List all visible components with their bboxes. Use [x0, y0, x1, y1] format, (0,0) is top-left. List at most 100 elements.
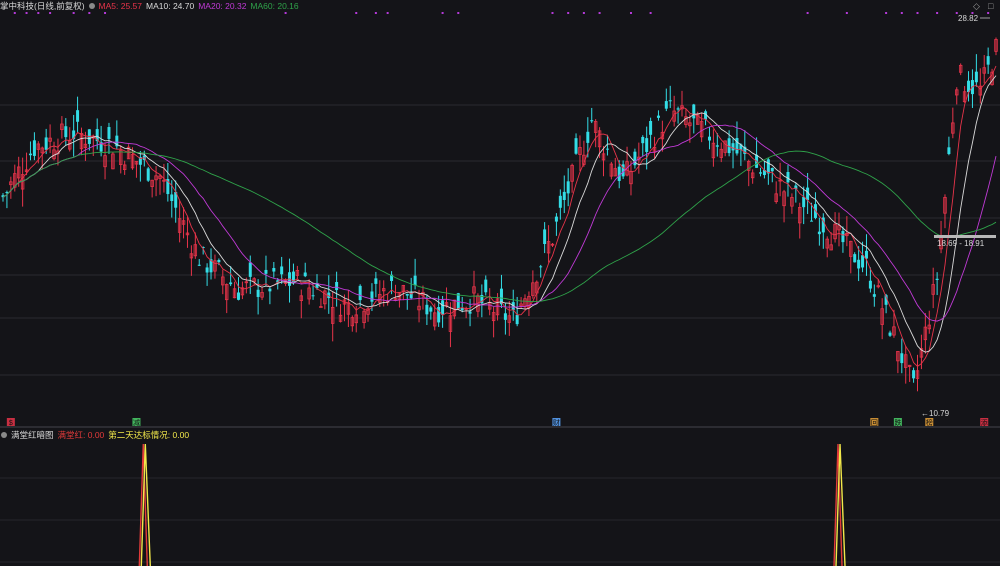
low-price-label: ←10.79: [921, 409, 950, 418]
candle-body: [731, 143, 735, 151]
crosshair-range-label: 18.69 - 18.91: [937, 239, 985, 248]
candle-body: [272, 268, 276, 272]
event-markers: $ 减 财 回 跌 榜 添: [6, 12, 990, 427]
candle-body: [503, 313, 507, 320]
candle-body: [405, 293, 409, 296]
candle-body: [692, 104, 696, 119]
candle-body: [268, 288, 272, 292]
candle-body: [566, 181, 570, 194]
candle-body: [715, 145, 719, 147]
candle-body: [707, 136, 711, 141]
candle-body: [986, 56, 990, 65]
signal-dot: [845, 12, 848, 14]
signal-dot: [806, 12, 809, 14]
signal-dot: [916, 12, 919, 14]
candle-body: [197, 264, 201, 266]
signal-dot: [104, 12, 107, 14]
high-price-label: 28.82: [958, 14, 979, 23]
candle-body: [468, 311, 472, 314]
ma20-label: MA20: 20.32: [198, 1, 247, 11]
event-marker-label: 跌: [894, 418, 901, 427]
signal-dot: [900, 12, 903, 14]
candle-body: [864, 250, 868, 259]
crosshair-marker: [934, 235, 996, 238]
signal-dot: [885, 12, 888, 14]
candle-body: [484, 279, 488, 293]
candle-body: [912, 370, 916, 379]
candle-body: [170, 194, 174, 201]
candle-body: [107, 127, 111, 139]
candle-body: [539, 266, 543, 268]
candle-body: [947, 147, 951, 155]
signal-dot: [37, 12, 40, 14]
candle-body: [217, 259, 221, 263]
stock-title[interactable]: 掌中科技(日线,前复权): [0, 0, 85, 12]
event-marker-label: 减: [133, 418, 140, 427]
candle-body: [935, 278, 939, 281]
signal-dot: [386, 12, 389, 14]
candle-body: [441, 300, 445, 315]
indicator-value-2: 第二天达标情况: 0.00: [108, 430, 190, 440]
candle-body: [554, 216, 558, 222]
candle-body: [44, 137, 48, 150]
candle-body: [425, 304, 429, 315]
candle-body: [605, 148, 609, 150]
signal-dot: [88, 12, 91, 14]
candlestick-series: [1, 37, 998, 392]
candle-body: [256, 289, 260, 297]
candle-body: [617, 166, 621, 181]
candle-body: [645, 138, 649, 152]
candle-body: [280, 266, 284, 275]
candle-body: [335, 281, 339, 291]
candle-body: [319, 306, 323, 308]
main-chart-header: 掌中科技(日线,前复权) MA5: 25.57 MA10: 24.70 MA20…: [0, 0, 299, 12]
candle-body: [248, 262, 252, 277]
indicator-header: 满堂红暗图 满堂红: 0.00 第二天达标情况: 0.00: [0, 429, 189, 441]
candle-body: [303, 272, 307, 277]
candle-body: [974, 71, 978, 83]
settings-dot-icon[interactable]: [88, 3, 95, 9]
candle-body: [900, 353, 904, 364]
candle-body: [853, 254, 857, 263]
signal-dot: [374, 12, 377, 14]
diamond-toggle-icon[interactable]: ◇: [973, 1, 980, 12]
candle-body: [205, 267, 209, 273]
candle-body: [32, 140, 36, 156]
ma10-label: MA10: 24.70: [146, 1, 195, 11]
maximize-box-icon[interactable]: □: [988, 1, 993, 11]
candle-body: [668, 100, 672, 102]
candle-body: [817, 231, 821, 235]
candle-body: [861, 255, 865, 268]
ma60-label: MA60: 20.16: [250, 1, 299, 11]
stock-chart: $ 减 财 回 跌 榜 添 28.82 ←10.79 18.69 - 18.91: [0, 12, 1000, 566]
candle-body: [374, 278, 378, 284]
signal-dot: [49, 12, 52, 14]
candle-body: [64, 126, 68, 138]
signal-dot: [72, 12, 75, 14]
signal-dot: [649, 12, 652, 14]
event-marker-label: $: [9, 420, 13, 427]
signal-dot: [551, 12, 554, 14]
candle-body: [370, 291, 374, 302]
indicator-settings-icon[interactable]: [1, 432, 7, 438]
signal-dot: [598, 12, 601, 14]
candle-body: [76, 110, 80, 122]
candle-body: [586, 131, 590, 143]
event-marker-label: 回: [871, 419, 878, 427]
candle-body: [413, 275, 417, 286]
indicator-value-1: 满堂红: 0.00: [57, 430, 105, 440]
price-annotations: 28.82 ←10.79 18.69 - 18.91: [921, 14, 996, 418]
candle-body: [311, 295, 315, 297]
signal-dot: [629, 12, 632, 14]
indicator-title[interactable]: 满堂红暗图: [11, 429, 54, 441]
candle-body: [649, 120, 653, 135]
signal-dot: [457, 12, 460, 14]
signal-dot: [13, 12, 16, 14]
candle-body: [802, 196, 806, 208]
candle-body: [236, 292, 240, 300]
signal-dot: [25, 12, 28, 14]
event-marker-label: 财: [553, 418, 560, 427]
candle-body: [841, 231, 845, 243]
candle-body: [562, 191, 566, 201]
signal-dot: [987, 12, 990, 14]
